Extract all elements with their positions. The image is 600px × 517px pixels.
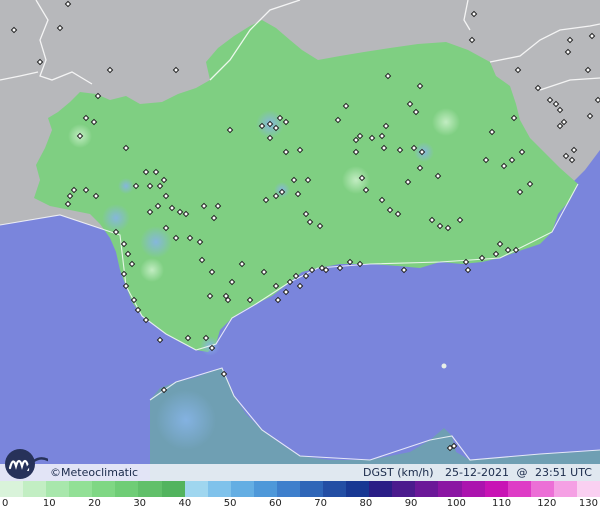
- time-separator: @: [516, 466, 528, 479]
- scale-color-step: [0, 481, 24, 497]
- map-area[interactable]: [0, 0, 600, 481]
- scale-color-step: [138, 481, 162, 497]
- scale-color-step: [276, 481, 301, 497]
- scale-color-step: [323, 481, 347, 497]
- scale-color-step: [92, 481, 116, 497]
- scale-color-step: [184, 481, 208, 497]
- scale-color-step: [507, 481, 531, 497]
- scale-color-step: [530, 481, 554, 497]
- scale-color-step: [230, 481, 254, 497]
- scale-color-step: [161, 481, 185, 497]
- map-canvas: [0, 0, 600, 481]
- scale-color-step: [207, 481, 231, 497]
- scale-tick-label: 0: [2, 498, 9, 509]
- scale-color-step: [369, 481, 393, 497]
- scale-tick-label: 130: [578, 498, 598, 509]
- scale-color-step: [392, 481, 416, 497]
- product-info: DGST (km/h) 25-12-2021 @ 23:51 UTC: [363, 466, 592, 479]
- scale-color-step: [576, 481, 600, 497]
- scale-color-step: [415, 481, 439, 497]
- scale-color-step: [23, 481, 47, 497]
- date-label: 25-12-2021: [445, 466, 509, 479]
- island-marker: [441, 363, 447, 369]
- scale-tick-label: 10: [42, 498, 56, 509]
- scale-color-step: [553, 481, 577, 497]
- scale-tick-label: 100: [446, 498, 466, 509]
- scale-tick-label: 20: [88, 498, 101, 509]
- scale-tick-label: 90: [404, 498, 418, 509]
- scale-tick-label: 50: [223, 498, 237, 509]
- meteoclimatic-logo: [5, 449, 48, 479]
- scale-tick-label: 80: [359, 498, 373, 509]
- scale-tick-label: 60: [269, 498, 282, 509]
- scale-color-step: [115, 481, 139, 497]
- scale-color-step: [69, 481, 93, 497]
- scale-color-step: [46, 481, 70, 497]
- time-label: 23:51 UTC: [534, 466, 592, 479]
- scale-tick-label: 30: [133, 498, 147, 509]
- scale-tick-label: 70: [314, 498, 327, 509]
- scale-tick-label: 40: [178, 498, 192, 509]
- scale-color-step: [461, 481, 485, 497]
- scale-color-step: [300, 481, 324, 497]
- scale-color-step: [484, 481, 508, 497]
- brand-credit: ©Meteoclimatic: [50, 466, 139, 479]
- scale-color-step: [346, 481, 370, 497]
- color-scale-labels: 0 10 20 30 40 50 60 70 80 90 100 110 120 130: [0, 498, 600, 516]
- scale-tick-label: 120: [537, 498, 557, 509]
- variable-label: DGST (km/h): [363, 466, 434, 479]
- scale-tick-label: 110: [491, 498, 512, 509]
- color-scale-bar: [0, 481, 600, 497]
- scale-color-step: [438, 481, 462, 497]
- scale-color-step: [253, 481, 277, 497]
